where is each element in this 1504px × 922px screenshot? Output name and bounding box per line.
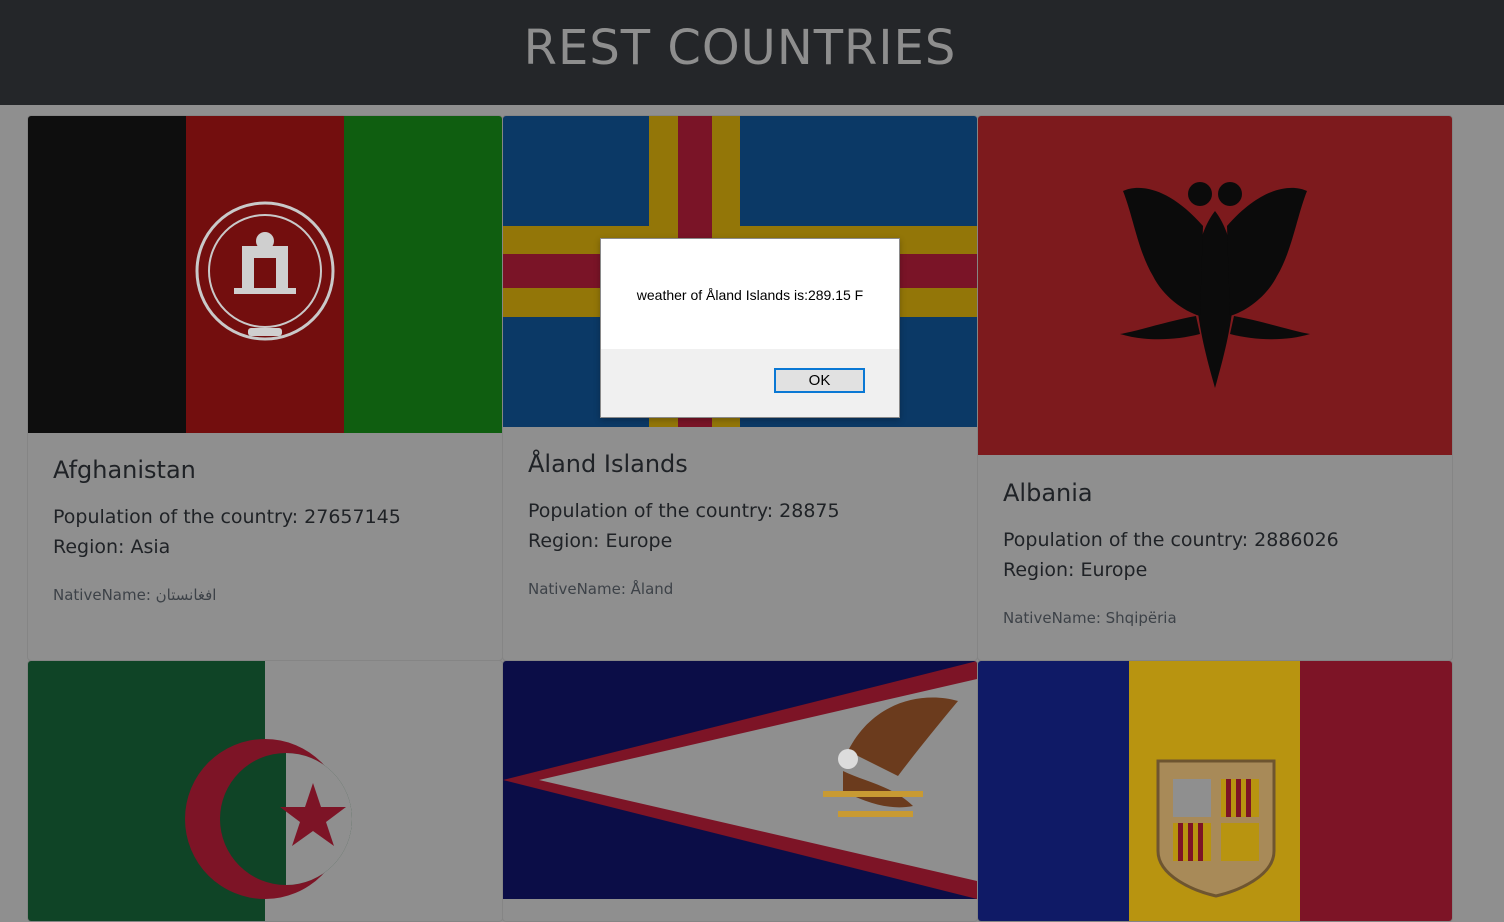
country-name: Åland Islands (528, 450, 688, 478)
page-title: REST COUNTRIES (523, 20, 957, 76)
header-bar: REST COUNTRIES (0, 0, 1504, 105)
native-name-text: NativeName: افغانستان (53, 586, 217, 604)
population-text: Population of the country: 2886026 (1003, 529, 1339, 551)
country-card-algeria[interactable] (27, 660, 503, 922)
country-name: Afghanistan (53, 456, 196, 484)
native-name-text: NativeName: Åland (528, 580, 674, 598)
weather-alert-dialog: weather of Åland Islands is:289.15 F OK (600, 238, 900, 418)
population-text: Population of the country: 27657145 (53, 506, 401, 528)
region-text: Region: Asia (53, 536, 171, 558)
country-card-american-samoa[interactable] (502, 660, 978, 922)
region-text: Region: Europe (1003, 559, 1148, 581)
afghanistan-flag[interactable] (28, 116, 502, 433)
algeria-flag[interactable] (28, 661, 502, 921)
albania-flag[interactable] (978, 116, 1452, 455)
country-card-afghanistan[interactable]: Afghanistan Population of the country: 2… (27, 115, 503, 661)
country-card-albania[interactable]: Albania Population of the country: 28860… (977, 115, 1453, 661)
region-text: Region: Europe (528, 530, 673, 552)
ok-button[interactable]: OK (774, 368, 865, 393)
country-card-andorra[interactable] (977, 660, 1453, 922)
country-name: Albania (1003, 479, 1093, 507)
dialog-content: weather of Åland Islands is:289.15 F (601, 239, 899, 349)
american-samoa-flag[interactable] (503, 661, 977, 899)
dialog-message: weather of Åland Islands is:289.15 F (636, 287, 864, 303)
native-name-text: NativeName: Shqipëria (1003, 609, 1177, 627)
population-text: Population of the country: 28875 (528, 500, 840, 522)
andorra-flag[interactable] (978, 661, 1452, 921)
